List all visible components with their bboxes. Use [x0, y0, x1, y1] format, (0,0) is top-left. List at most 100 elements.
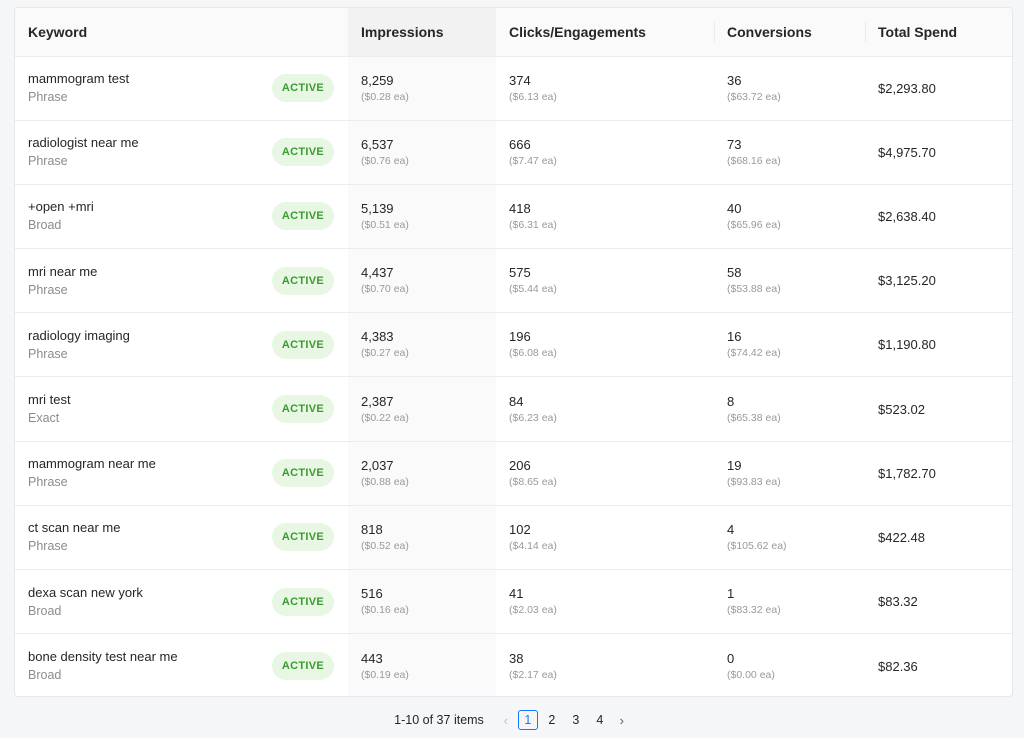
conversions-cost-each: ($53.88 ea): [727, 283, 781, 296]
table-row[interactable]: radiologist near me Phrase ACTIVE 6,537 ($0.…: [15, 120, 1012, 185]
keyword-name: radiologist near me: [28, 135, 139, 151]
keyword-info: mammogram test Phrase: [28, 70, 129, 106]
impressions-value: 2,037: [361, 457, 394, 473]
clicks-cell: 196 ($6.08 ea): [496, 312, 714, 378]
total-spend-cell: $3,125.20: [865, 248, 1012, 314]
status-badge: ACTIVE: [271, 74, 334, 103]
clicks-value: 38: [509, 650, 524, 666]
status-badge: ACTIVE: [271, 330, 334, 359]
clicks-cell: 84 ($6.23 ea): [496, 376, 714, 442]
conversions-cost-each: ($63.72 ea): [727, 90, 781, 103]
page-button-1[interactable]: 1: [517, 710, 538, 730]
column-header-conversions[interactable]: Conversions: [714, 8, 865, 57]
column-header-label: Conversions: [727, 23, 812, 40]
conversions-cell: 36 ($63.72 ea): [714, 56, 865, 121]
impressions-cell: 4,437 ($0.70 ea): [348, 248, 496, 314]
match-type: Phrase: [28, 346, 68, 361]
table-row[interactable]: +open +mri Broad ACTIVE 5,139 ($0.51 ea) 418 (…: [15, 184, 1012, 250]
table-row[interactable]: radiology imaging Phrase ACTIVE 4,383 ($0.27…: [15, 312, 1012, 378]
impressions-cell: 516 ($0.16 ea): [348, 569, 496, 635]
keyword-cell: ct scan near me Phrase ACTIVE: [15, 505, 348, 571]
table-row[interactable]: bone density test near me Broad ACTIVE 443 (…: [15, 633, 1012, 696]
conversions-value: 73: [727, 136, 742, 152]
total-spend-value: $1,190.80: [878, 337, 936, 353]
impressions-cell: 5,139 ($0.51 ea): [348, 184, 496, 250]
table-row[interactable]: ct scan near me Phrase ACTIVE 818 ($0.52 ea)…: [15, 505, 1012, 571]
keyword-cell: +open +mri Broad ACTIVE: [15, 184, 348, 250]
table-row[interactable]: dexa scan new york Broad ACTIVE 516 ($0.16 e…: [15, 569, 1012, 635]
conversions-value: 1: [727, 586, 735, 602]
keyword-cell-content: +open +mri Broad ACTIVE: [28, 198, 348, 234]
table-row[interactable]: mammogram test Phrase ACTIVE 8,259 ($0.28 ea…: [15, 56, 1012, 121]
pagination-summary: 1-10 of 37 items: [394, 713, 484, 727]
keyword-table: Keyword Impressions Clicks/Engagements C…: [15, 8, 1012, 696]
status-badge: ACTIVE: [271, 266, 334, 295]
column-header-label: Impressions: [361, 23, 444, 40]
clicks-cell: 666 ($7.47 ea): [496, 120, 714, 185]
keyword-info: radiologist near me Phrase: [28, 134, 139, 170]
clicks-cost-each: ($5.44 ea): [509, 283, 557, 296]
keyword-name: mammogram near me: [28, 456, 156, 472]
impressions-cost-each: ($0.27 ea): [361, 347, 409, 360]
impressions-cost-each: ($0.76 ea): [361, 154, 409, 167]
keyword-cell: mammogram near me Phrase ACTIVE: [15, 441, 348, 506]
page-button-2[interactable]: 2: [542, 710, 562, 730]
clicks-cost-each: ($6.13 ea): [509, 90, 557, 103]
match-type: Phrase: [28, 90, 68, 105]
status-badge: ACTIVE: [271, 587, 334, 616]
keyword-cell-content: radiology imaging Phrase ACTIVE: [28, 327, 348, 363]
clicks-cell: 418 ($6.31 ea): [496, 184, 714, 250]
clicks-value: 418: [509, 200, 531, 216]
conversions-value: 19: [727, 457, 742, 473]
keyword-cell: mri test Exact ACTIVE: [15, 376, 348, 442]
status-badge: ACTIVE: [271, 652, 334, 681]
clicks-cost-each: ($2.03 ea): [509, 604, 557, 617]
match-type: Broad: [28, 668, 62, 683]
table-header-row: Keyword Impressions Clicks/Engagements C…: [15, 8, 1012, 57]
keyword-cell-content: mammogram near me Phrase ACTIVE: [28, 455, 348, 491]
match-type: Broad: [28, 218, 62, 233]
column-header-impressions[interactable]: Impressions: [348, 8, 496, 57]
table-row[interactable]: mri near me Phrase ACTIVE 4,437 ($0.70 ea) 57…: [15, 248, 1012, 314]
clicks-value: 196: [509, 329, 531, 345]
page-button-4[interactable]: 4: [590, 710, 610, 730]
total-spend-cell: $4,975.70: [865, 120, 1012, 185]
keyword-name: bone density test near me: [28, 649, 178, 665]
chevron-right-icon[interactable]: ›: [614, 713, 630, 728]
keyword-cell: bone density test near me Broad ACTIVE: [15, 634, 348, 696]
total-spend-cell: $1,782.70: [865, 441, 1012, 506]
conversions-value: 16: [727, 329, 742, 345]
page-button-3[interactable]: 3: [566, 710, 586, 730]
impressions-cost-each: ($0.52 ea): [361, 539, 409, 552]
table-row[interactable]: mri test Exact ACTIVE 2,387 ($0.22 ea) 84 ($6.…: [15, 376, 1012, 442]
impressions-cost-each: ($0.16 ea): [361, 604, 409, 617]
match-type: Phrase: [28, 154, 68, 169]
total-spend-value: $82.36: [878, 658, 918, 674]
conversions-cell: 1 ($83.32 ea): [714, 569, 865, 635]
match-type: Broad: [28, 603, 62, 618]
clicks-value: 102: [509, 521, 531, 537]
status-badge: ACTIVE: [271, 202, 334, 231]
clicks-cost-each: ($2.17 ea): [509, 668, 557, 681]
impressions-cell: 4,383 ($0.27 ea): [348, 312, 496, 378]
total-spend-value: $1,782.70: [878, 465, 936, 481]
clicks-value: 41: [509, 586, 524, 602]
table-row[interactable]: mammogram near me Phrase ACTIVE 2,037 ($0.88…: [15, 441, 1012, 506]
column-header-total-spend[interactable]: Total Spend: [865, 8, 1012, 57]
keyword-info: mri near me Phrase: [28, 263, 97, 299]
impressions-value: 516: [361, 586, 383, 602]
keyword-info: mri test Exact: [28, 391, 71, 427]
total-spend-value: $422.48: [878, 529, 925, 545]
column-header-clicks[interactable]: Clicks/Engagements: [496, 8, 714, 57]
keyword-info: dexa scan new york Broad: [28, 584, 143, 620]
match-type: Phrase: [28, 539, 68, 554]
chevron-left-icon[interactable]: ‹: [498, 713, 514, 728]
impressions-cost-each: ($0.88 ea): [361, 475, 409, 488]
column-divider: [865, 22, 866, 42]
impressions-value: 6,537: [361, 136, 394, 152]
column-header-keyword[interactable]: Keyword: [15, 8, 348, 57]
clicks-value: 84: [509, 393, 524, 409]
match-type: Phrase: [28, 282, 68, 297]
clicks-cost-each: ($7.47 ea): [509, 154, 557, 167]
conversions-cell: 0 ($0.00 ea): [714, 634, 865, 696]
